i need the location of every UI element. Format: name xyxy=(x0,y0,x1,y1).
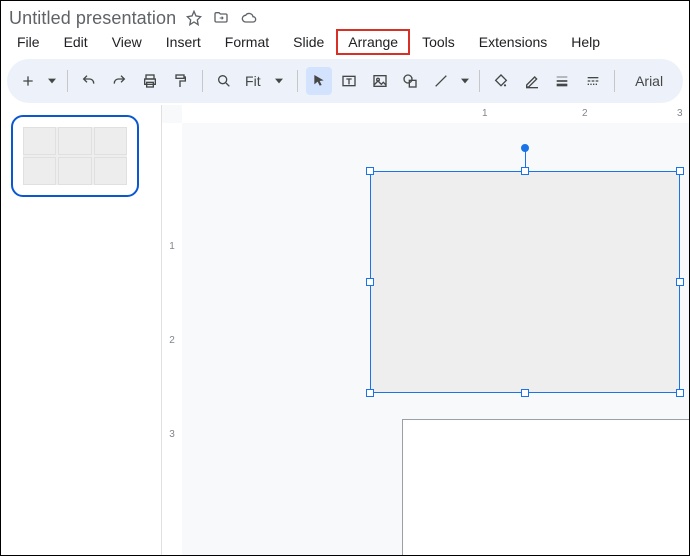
toolbar-separator xyxy=(479,70,480,92)
text-box-button[interactable] xyxy=(336,67,362,95)
rotation-handle[interactable] xyxy=(521,144,529,152)
undo-button[interactable] xyxy=(76,67,102,95)
chevron-down-icon xyxy=(275,77,283,85)
move-to-folder-icon[interactable] xyxy=(212,10,230,26)
menu-insert[interactable]: Insert xyxy=(154,29,213,55)
insert-line-button[interactable] xyxy=(428,67,454,95)
rotation-stem xyxy=(525,150,526,168)
ruler-tick: 1 xyxy=(168,241,176,252)
resize-handle-tr[interactable] xyxy=(676,167,684,175)
menu-tools[interactable]: Tools xyxy=(410,29,467,55)
border-color-button[interactable] xyxy=(519,67,545,95)
toolbar-separator xyxy=(202,70,203,92)
font-select[interactable]: Arial xyxy=(623,73,675,89)
resize-handle-tl[interactable] xyxy=(366,167,374,175)
vertical-ruler[interactable]: 1 2 3 xyxy=(162,123,182,555)
redo-button[interactable] xyxy=(106,67,132,95)
select-tool-button[interactable] xyxy=(306,67,332,95)
workspace: 1 2 3 1 2 3 xyxy=(1,105,689,555)
horizontal-ruler[interactable]: 1 2 3 xyxy=(182,105,689,123)
menu-bar: File Edit View Insert Format Slide Arran… xyxy=(1,29,689,59)
canvas-area: 1 2 3 1 2 3 xyxy=(161,105,689,555)
ruler-tick: 2 xyxy=(168,335,176,346)
slide-page[interactable] xyxy=(402,419,689,555)
resize-handle-ml[interactable] xyxy=(366,278,374,286)
menu-format[interactable]: Format xyxy=(213,29,281,55)
ruler-tick: 3 xyxy=(168,429,176,440)
menu-arrange[interactable]: Arrange xyxy=(336,29,410,55)
slide-thumbnail-1[interactable] xyxy=(11,115,139,197)
zoom-icon[interactable] xyxy=(211,67,237,95)
ruler-tick: 2 xyxy=(582,108,588,119)
toolbar-separator xyxy=(297,70,298,92)
selected-rectangle-shape[interactable] xyxy=(370,171,680,393)
star-icon[interactable] xyxy=(186,10,202,26)
border-dash-button[interactable] xyxy=(580,67,606,95)
toolbar-separator xyxy=(67,70,68,92)
doc-title[interactable]: Untitled presentation xyxy=(9,8,176,29)
menu-edit[interactable]: Edit xyxy=(52,29,100,55)
menu-extensions[interactable]: Extensions xyxy=(467,29,559,55)
zoom-label: Fit xyxy=(245,73,261,89)
menu-help[interactable]: Help xyxy=(559,29,612,55)
font-label: Arial xyxy=(635,73,663,89)
ruler-tick: 3 xyxy=(677,108,683,119)
line-dropdown-icon[interactable] xyxy=(458,67,471,95)
print-button[interactable] xyxy=(137,67,163,95)
border-weight-button[interactable] xyxy=(549,67,575,95)
new-slide-button[interactable] xyxy=(15,67,41,95)
menu-view[interactable]: View xyxy=(100,29,154,55)
paint-format-button[interactable] xyxy=(167,67,193,95)
resize-handle-mr[interactable] xyxy=(676,278,684,286)
insert-image-button[interactable] xyxy=(367,67,393,95)
slide-canvas[interactable] xyxy=(182,123,689,555)
resize-handle-br[interactable] xyxy=(676,389,684,397)
insert-shape-button[interactable] xyxy=(397,67,423,95)
menu-file[interactable]: File xyxy=(5,29,52,55)
slide-filmstrip xyxy=(1,105,161,555)
zoom-select[interactable]: Fit xyxy=(241,67,289,95)
cloud-status-icon[interactable] xyxy=(240,10,258,26)
menu-slide[interactable]: Slide xyxy=(281,29,336,55)
toolbar-separator xyxy=(614,70,615,92)
new-slide-dropdown-icon[interactable] xyxy=(45,67,58,95)
fill-color-button[interactable] xyxy=(488,67,514,95)
toolbar: Fit Arial xyxy=(7,59,683,103)
thumbnail-preview xyxy=(23,127,127,185)
ruler-tick: 1 xyxy=(482,108,488,119)
resize-handle-tm[interactable] xyxy=(521,167,529,175)
resize-handle-bl[interactable] xyxy=(366,389,374,397)
resize-handle-bm[interactable] xyxy=(521,389,529,397)
